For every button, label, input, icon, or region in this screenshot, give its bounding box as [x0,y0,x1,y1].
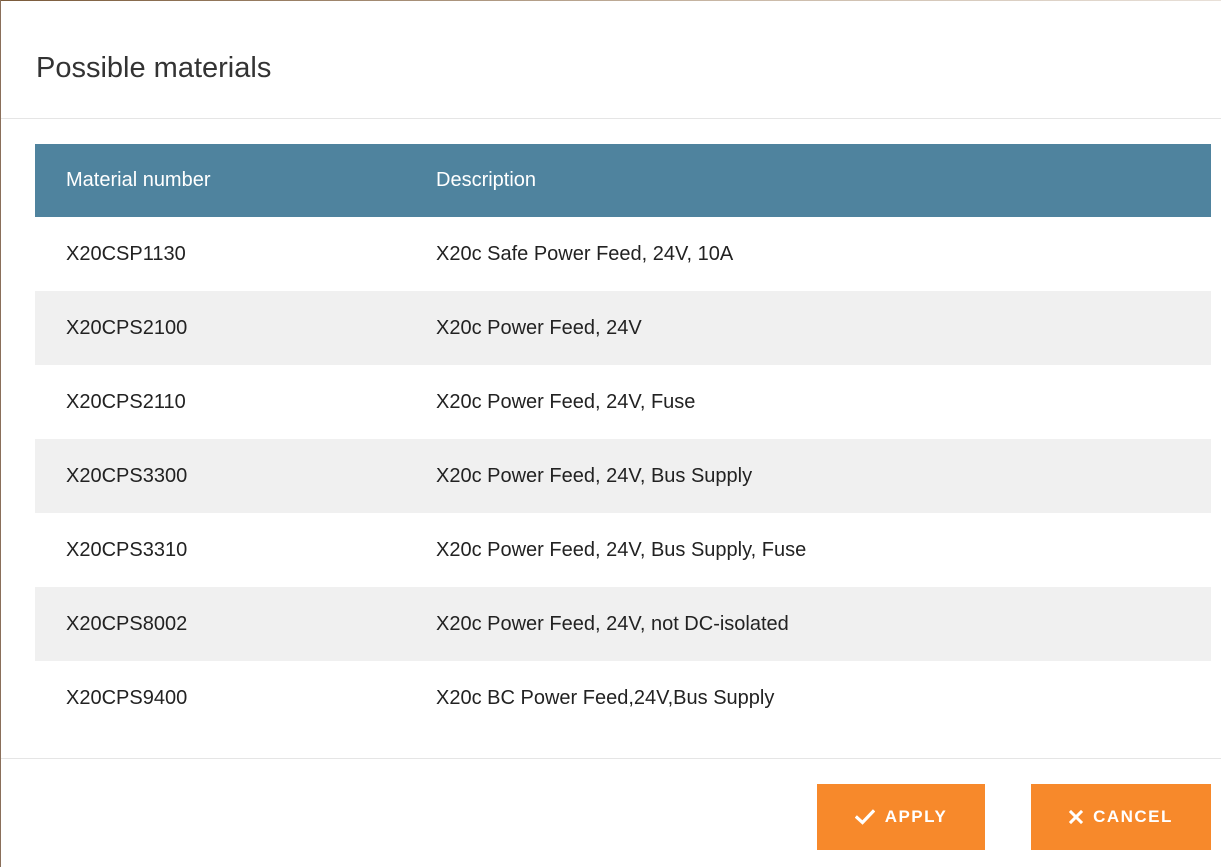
column-header-description[interactable]: Description [436,144,1211,217]
material-number-cell: X20CPS8002 [66,612,188,635]
description-cell: X20c Power Feed, 24V [436,316,642,339]
description-cell: X20c BC Power Feed,24V,Bus Supply [436,686,775,709]
materials-table: Material number Description X20CSP1130 X… [35,144,1211,735]
material-number-cell: X20CSP1130 [66,242,186,265]
cancel-button-label: CANCEL [1093,807,1173,826]
materials-dialog: Possible materials Material number Descr… [0,0,1221,867]
table-row[interactable]: X20CPS9400 X20c BC Power Feed,24V,Bus Su… [35,661,1211,735]
check-icon [854,809,875,825]
table-row[interactable]: X20CPS3300 X20c Power Feed, 24V, Bus Sup… [35,439,1211,513]
column-header-material-number[interactable]: Material number [35,144,436,217]
material-number-cell: X20CPS3300 [66,464,188,487]
material-number-cell: X20CPS3310 [66,538,188,561]
table-row[interactable]: X20CPS8002 X20c Power Feed, 24V, not DC-… [35,587,1211,661]
apply-button-label: APPLY [884,807,948,826]
description-cell: X20c Power Feed, 24V, Bus Supply [436,464,753,487]
table-row[interactable]: X20CSP1130 X20c Safe Power Feed, 24V, 10… [35,217,1211,291]
apply-button[interactable]: APPLY [817,784,985,850]
table-body: X20CSP1130 X20c Safe Power Feed, 24V, 10… [35,217,1211,735]
material-number-cell: X20CPS9400 [66,686,188,709]
description-cell: X20c Safe Power Feed, 24V, 10A [436,242,734,265]
table-header-row: Material number Description [35,144,1211,217]
table-row[interactable]: X20CPS2100 X20c Power Feed, 24V [35,291,1211,365]
dialog-title: Possible materials [36,52,272,84]
close-icon [1069,810,1084,824]
materials-table-container: Material number Description X20CSP1130 X… [35,144,1211,735]
material-number-cell: X20CPS2100 [66,316,188,339]
description-cell: X20c Power Feed, 24V, Fuse [436,390,696,413]
material-number-cell: X20CPS2110 [66,390,186,413]
window-left-border [0,0,1,867]
table-row[interactable]: X20CPS2110 X20c Power Feed, 24V, Fuse [35,365,1211,439]
dialog-header: Possible materials [1,1,1221,119]
dialog-footer: APPLY CANCEL [1,758,1221,867]
table-header: Material number Description [35,144,1211,217]
description-cell: X20c Power Feed, 24V, Bus Supply, Fuse [436,538,807,561]
cancel-button[interactable]: CANCEL [1031,784,1211,850]
table-row[interactable]: X20CPS3310 X20c Power Feed, 24V, Bus Sup… [35,513,1211,587]
description-cell: X20c Power Feed, 24V, not DC-isolated [436,612,789,635]
